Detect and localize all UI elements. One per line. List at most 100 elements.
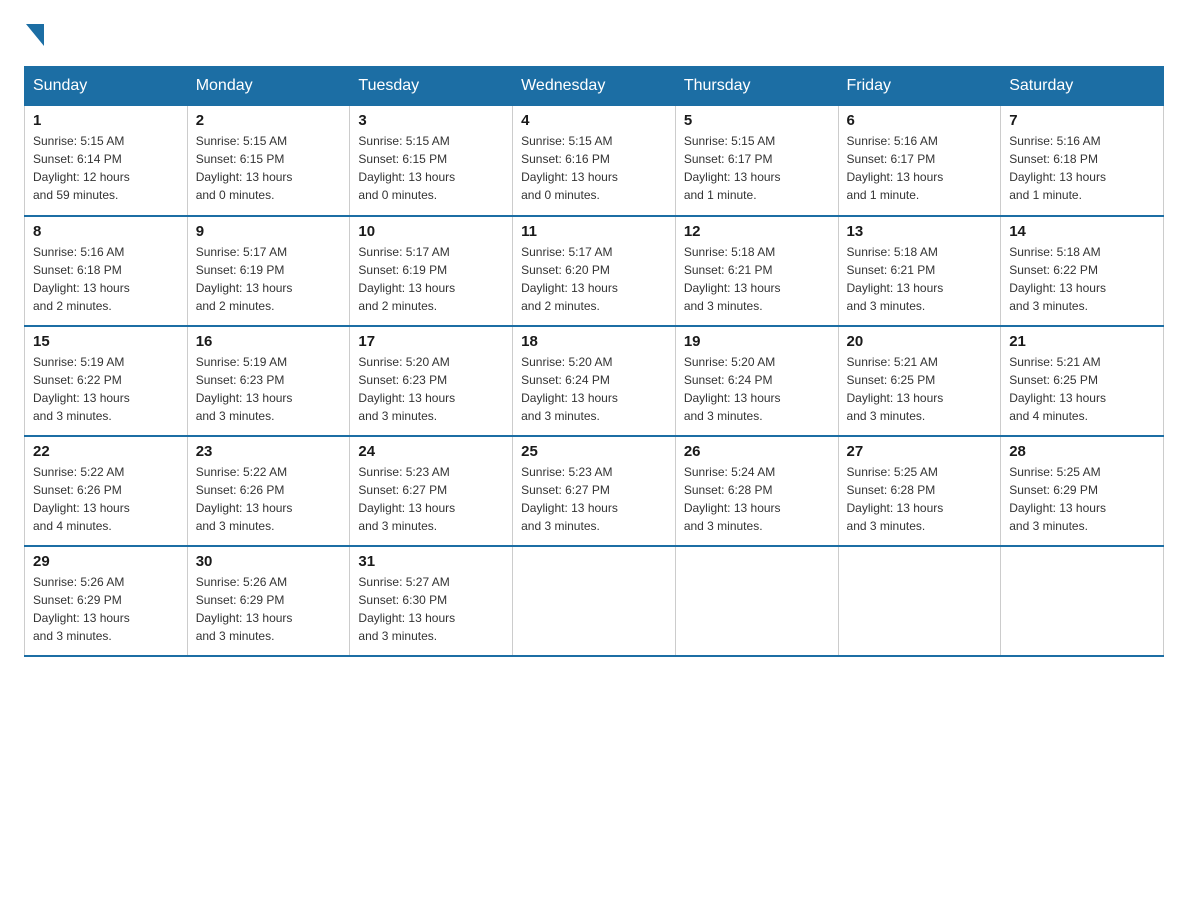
day-number: 23: [196, 443, 342, 460]
calendar-cell: 22Sunrise: 5:22 AMSunset: 6:26 PMDayligh…: [25, 436, 188, 546]
calendar-table: SundayMondayTuesdayWednesdayThursdayFrid…: [24, 66, 1164, 657]
calendar-cell: 23Sunrise: 5:22 AMSunset: 6:26 PMDayligh…: [187, 436, 350, 546]
day-info: Sunrise: 5:18 AMSunset: 6:22 PMDaylight:…: [1009, 243, 1155, 315]
day-info: Sunrise: 5:18 AMSunset: 6:21 PMDaylight:…: [684, 243, 830, 315]
week-row-4: 22Sunrise: 5:22 AMSunset: 6:26 PMDayligh…: [25, 436, 1164, 546]
column-header-monday: Monday: [187, 67, 350, 106]
calendar-cell: 29Sunrise: 5:26 AMSunset: 6:29 PMDayligh…: [25, 546, 188, 656]
calendar-cell: 25 Sunrise: 5:23 AMSunset: 6:27 PMDayligh…: [513, 436, 676, 546]
column-header-thursday: Thursday: [675, 67, 838, 106]
page-header: [24, 24, 1164, 46]
day-info: Sunrise: 5:17 AMSunset: 6:19 PMDaylight:…: [358, 243, 504, 315]
day-number: 13: [847, 223, 993, 240]
calendar-header: SundayMondayTuesdayWednesdayThursdayFrid…: [25, 67, 1164, 106]
day-number: 6: [847, 112, 993, 129]
day-number: 24: [358, 443, 504, 460]
day-number: 14: [1009, 223, 1155, 240]
day-number: 2: [196, 112, 342, 129]
column-header-tuesday: Tuesday: [350, 67, 513, 106]
day-info: Sunrise: 5:15 AMSunset: 6:14 PMDaylight:…: [33, 132, 179, 204]
day-info: Sunrise: 5:17 AMSunset: 6:20 PMDaylight:…: [521, 243, 667, 315]
column-header-saturday: Saturday: [1001, 67, 1164, 106]
calendar-cell: 30 Sunrise: 5:26 AMSunset: 6:29 PMDayligh…: [187, 546, 350, 656]
day-number: 30: [196, 553, 342, 570]
calendar-cell: [838, 546, 1001, 656]
calendar-cell: 10 Sunrise: 5:17 AMSunset: 6:19 PMDayligh…: [350, 216, 513, 326]
calendar-cell: [1001, 546, 1164, 656]
day-info: Sunrise: 5:26 AMSunset: 6:29 PMDaylight:…: [33, 573, 179, 645]
calendar-cell: 24 Sunrise: 5:23 AMSunset: 6:27 PMDayligh…: [350, 436, 513, 546]
day-number: 18: [521, 333, 667, 350]
week-row-3: 15Sunrise: 5:19 AMSunset: 6:22 PMDayligh…: [25, 326, 1164, 436]
week-row-5: 29Sunrise: 5:26 AMSunset: 6:29 PMDayligh…: [25, 546, 1164, 656]
day-number: 11: [521, 223, 667, 240]
column-header-wednesday: Wednesday: [513, 67, 676, 106]
day-number: 9: [196, 223, 342, 240]
calendar-cell: 6 Sunrise: 5:16 AMSunset: 6:17 PMDaylight…: [838, 106, 1001, 216]
calendar-cell: 12 Sunrise: 5:18 AMSunset: 6:21 PMDayligh…: [675, 216, 838, 326]
day-info: Sunrise: 5:20 AMSunset: 6:24 PMDaylight:…: [684, 353, 830, 425]
day-info: Sunrise: 5:16 AMSunset: 6:18 PMDaylight:…: [33, 243, 179, 315]
calendar-cell: 27Sunrise: 5:25 AMSunset: 6:28 PMDayligh…: [838, 436, 1001, 546]
day-info: Sunrise: 5:19 AMSunset: 6:22 PMDaylight:…: [33, 353, 179, 425]
day-number: 25: [521, 443, 667, 460]
day-info: Sunrise: 5:24 AMSunset: 6:28 PMDaylight:…: [684, 463, 830, 535]
day-number: 17: [358, 333, 504, 350]
day-number: 1: [33, 112, 179, 129]
day-info: Sunrise: 5:15 AMSunset: 6:15 PMDaylight:…: [358, 132, 504, 204]
day-info: Sunrise: 5:15 AMSunset: 6:17 PMDaylight:…: [684, 132, 830, 204]
day-info: Sunrise: 5:16 AMSunset: 6:18 PMDaylight:…: [1009, 132, 1155, 204]
day-info: Sunrise: 5:16 AMSunset: 6:17 PMDaylight:…: [847, 132, 993, 204]
day-number: 21: [1009, 333, 1155, 350]
calendar-cell: 14 Sunrise: 5:18 AMSunset: 6:22 PMDayligh…: [1001, 216, 1164, 326]
week-row-1: 1 Sunrise: 5:15 AMSunset: 6:14 PMDaylight…: [25, 106, 1164, 216]
calendar-cell: 16Sunrise: 5:19 AMSunset: 6:23 PMDayligh…: [187, 326, 350, 436]
day-info: Sunrise: 5:17 AMSunset: 6:19 PMDaylight:…: [196, 243, 342, 315]
day-number: 12: [684, 223, 830, 240]
day-number: 4: [521, 112, 667, 129]
day-info: Sunrise: 5:23 AMSunset: 6:27 PMDaylight:…: [358, 463, 504, 535]
calendar-cell: [513, 546, 676, 656]
calendar-cell: 9 Sunrise: 5:17 AMSunset: 6:19 PMDaylight…: [187, 216, 350, 326]
logo-triangle-icon: [26, 24, 44, 46]
logo: [24, 24, 46, 46]
calendar-cell: 31 Sunrise: 5:27 AMSunset: 6:30 PMDayligh…: [350, 546, 513, 656]
day-info: Sunrise: 5:20 AMSunset: 6:24 PMDaylight:…: [521, 353, 667, 425]
day-number: 19: [684, 333, 830, 350]
calendar-cell: 19 Sunrise: 5:20 AMSunset: 6:24 PMDayligh…: [675, 326, 838, 436]
day-number: 31: [358, 553, 504, 570]
day-number: 10: [358, 223, 504, 240]
day-info: Sunrise: 5:25 AMSunset: 6:29 PMDaylight:…: [1009, 463, 1155, 535]
day-info: Sunrise: 5:26 AMSunset: 6:29 PMDaylight:…: [196, 573, 342, 645]
calendar-cell: 26 Sunrise: 5:24 AMSunset: 6:28 PMDayligh…: [675, 436, 838, 546]
day-info: Sunrise: 5:25 AMSunset: 6:28 PMDaylight:…: [847, 463, 993, 535]
day-number: 28: [1009, 443, 1155, 460]
day-number: 16: [196, 333, 342, 350]
column-header-sunday: Sunday: [25, 67, 188, 106]
day-number: 5: [684, 112, 830, 129]
calendar-cell: 5 Sunrise: 5:15 AMSunset: 6:17 PMDaylight…: [675, 106, 838, 216]
calendar-body: 1 Sunrise: 5:15 AMSunset: 6:14 PMDaylight…: [25, 106, 1164, 656]
day-info: Sunrise: 5:23 AMSunset: 6:27 PMDaylight:…: [521, 463, 667, 535]
day-number: 3: [358, 112, 504, 129]
week-row-2: 8 Sunrise: 5:16 AMSunset: 6:18 PMDaylight…: [25, 216, 1164, 326]
day-info: Sunrise: 5:18 AMSunset: 6:21 PMDaylight:…: [847, 243, 993, 315]
day-info: Sunrise: 5:15 AMSunset: 6:16 PMDaylight:…: [521, 132, 667, 204]
day-info: Sunrise: 5:22 AMSunset: 6:26 PMDaylight:…: [33, 463, 179, 535]
calendar-cell: 1 Sunrise: 5:15 AMSunset: 6:14 PMDaylight…: [25, 106, 188, 216]
day-info: Sunrise: 5:20 AMSunset: 6:23 PMDaylight:…: [358, 353, 504, 425]
calendar-cell: 2 Sunrise: 5:15 AMSunset: 6:15 PMDaylight…: [187, 106, 350, 216]
day-info: Sunrise: 5:27 AMSunset: 6:30 PMDaylight:…: [358, 573, 504, 645]
day-number: 8: [33, 223, 179, 240]
day-number: 20: [847, 333, 993, 350]
day-number: 7: [1009, 112, 1155, 129]
calendar-cell: 11 Sunrise: 5:17 AMSunset: 6:20 PMDayligh…: [513, 216, 676, 326]
calendar-cell: [675, 546, 838, 656]
header-row: SundayMondayTuesdayWednesdayThursdayFrid…: [25, 67, 1164, 106]
calendar-cell: 8 Sunrise: 5:16 AMSunset: 6:18 PMDaylight…: [25, 216, 188, 326]
day-number: 26: [684, 443, 830, 460]
calendar-cell: 28 Sunrise: 5:25 AMSunset: 6:29 PMDayligh…: [1001, 436, 1164, 546]
calendar-cell: 15Sunrise: 5:19 AMSunset: 6:22 PMDayligh…: [25, 326, 188, 436]
day-info: Sunrise: 5:15 AMSunset: 6:15 PMDaylight:…: [196, 132, 342, 204]
calendar-cell: 17 Sunrise: 5:20 AMSunset: 6:23 PMDayligh…: [350, 326, 513, 436]
